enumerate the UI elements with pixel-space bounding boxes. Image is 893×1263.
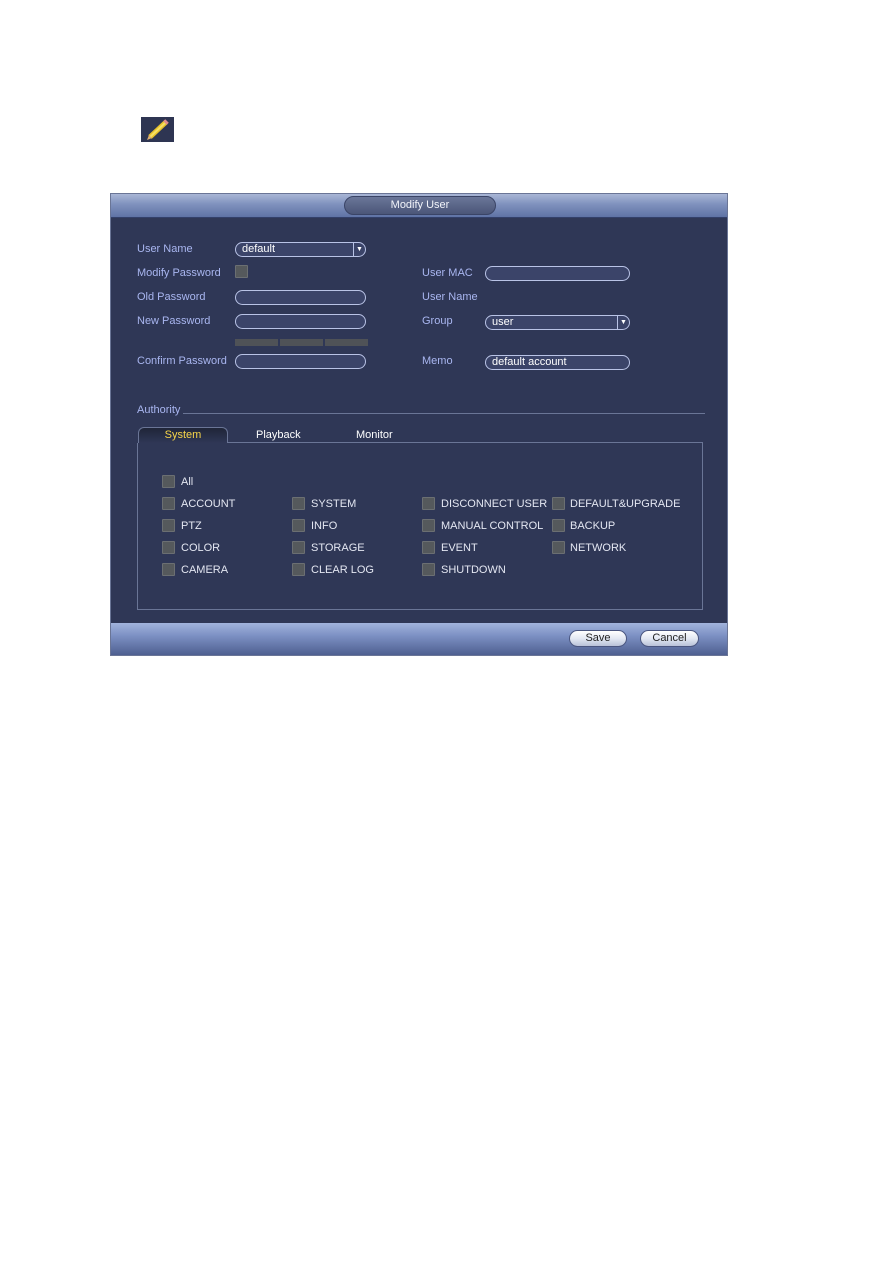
permission-checkbox[interactable]	[162, 563, 175, 576]
user-name-value: default	[242, 243, 275, 255]
permission-checkbox[interactable]	[552, 541, 565, 554]
title-bar: Modify User	[111, 194, 727, 218]
permission-label: PTZ	[181, 519, 202, 533]
memo-label: Memo	[422, 354, 453, 368]
tab-playback[interactable]: Playback	[256, 428, 301, 442]
tab-system[interactable]: System	[138, 427, 228, 443]
group-value: user	[492, 316, 513, 328]
password-strength-bar-1	[235, 339, 278, 346]
permission-label: ACCOUNT	[181, 497, 235, 511]
password-strength-bar-2	[280, 339, 323, 346]
authority-divider	[183, 413, 705, 414]
chevron-down-icon[interactable]: ▼	[353, 243, 365, 256]
permission-label: CAMERA	[181, 563, 228, 577]
permission-checkbox[interactable]	[422, 563, 435, 576]
permission-label: CLEAR LOG	[311, 563, 374, 577]
dialog-footer: Save Cancel	[111, 623, 727, 655]
permission-label: DISCONNECT USER	[441, 497, 547, 511]
permission-checkbox[interactable]	[422, 497, 435, 510]
chevron-down-icon[interactable]: ▼	[617, 316, 629, 329]
user-name-info-label: User Name	[422, 290, 478, 304]
memo-field[interactable]: default account	[485, 355, 630, 370]
permission-checkbox[interactable]	[422, 541, 435, 554]
permission-checkbox[interactable]	[292, 541, 305, 554]
group-select[interactable]: user ▼	[485, 315, 630, 330]
permission-checkbox[interactable]	[552, 519, 565, 532]
tab-panel	[137, 443, 703, 610]
old-password-field[interactable]	[235, 290, 366, 305]
permission-label: COLOR	[181, 541, 220, 555]
user-mac-label: User MAC	[422, 266, 473, 280]
permission-label: SHUTDOWN	[441, 563, 506, 577]
tab-monitor[interactable]: Monitor	[356, 428, 393, 442]
modify-password-checkbox[interactable]	[235, 265, 248, 278]
permission-checkbox[interactable]	[162, 541, 175, 554]
permission-checkbox-all[interactable]	[162, 475, 175, 488]
user-mac-field[interactable]	[485, 266, 630, 281]
dialog-title: Modify User	[344, 196, 496, 215]
new-password-field[interactable]	[235, 314, 366, 329]
permission-label-all: All	[181, 475, 193, 489]
permission-checkbox[interactable]	[292, 519, 305, 532]
group-label: Group	[422, 314, 453, 328]
authority-label: Authority	[137, 403, 180, 417]
permission-checkbox[interactable]	[292, 497, 305, 510]
password-strength-bar-3	[325, 339, 368, 346]
modify-password-label: Modify Password	[137, 266, 221, 280]
permission-label: EVENT	[441, 541, 478, 555]
permission-label: SYSTEM	[311, 497, 356, 511]
save-button[interactable]: Save	[569, 630, 627, 647]
new-password-label: New Password	[137, 314, 210, 328]
permission-label: STORAGE	[311, 541, 365, 555]
permission-label: NETWORK	[570, 541, 626, 555]
cancel-button[interactable]: Cancel	[640, 630, 699, 647]
pencil-icon	[141, 117, 174, 142]
old-password-label: Old Password	[137, 290, 205, 304]
permission-label: MANUAL CONTROL	[441, 519, 543, 533]
permission-label: INFO	[311, 519, 337, 533]
permission-checkbox[interactable]	[552, 497, 565, 510]
user-name-select[interactable]: default ▼	[235, 242, 366, 257]
permission-label: DEFAULT&UPGRADE	[570, 497, 680, 511]
permission-checkbox[interactable]	[292, 563, 305, 576]
permission-checkbox[interactable]	[162, 497, 175, 510]
permission-label: BACKUP	[570, 519, 615, 533]
confirm-password-field[interactable]	[235, 354, 366, 369]
user-name-label: User Name	[137, 242, 193, 256]
permission-checkbox[interactable]	[162, 519, 175, 532]
confirm-password-label: Confirm Password	[137, 354, 227, 368]
modify-user-dialog: Modify User User Name default ▼ Modify P…	[110, 193, 728, 656]
permission-checkbox[interactable]	[422, 519, 435, 532]
